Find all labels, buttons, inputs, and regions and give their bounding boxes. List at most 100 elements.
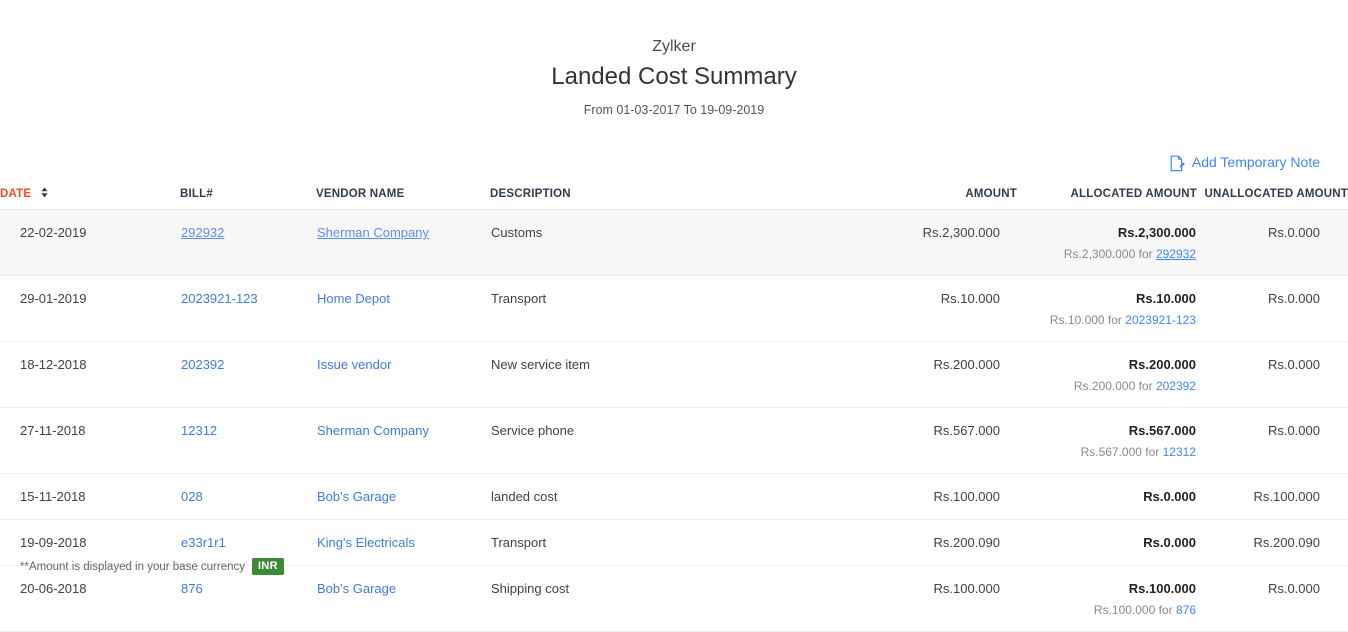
cell-date: 20-06-2018 [0,565,180,632]
cell-amount: Rs.200.000 [702,341,1017,408]
allocated-amount-value: Rs.0.000 [1143,535,1196,550]
allocated-amount-detail: Rs.100.000 for 876 [1018,602,1196,618]
cell-description: New service item [490,341,702,408]
table-row[interactable]: 15-11-2018 028 Bob's Garage landed cost Rs.1… [0,473,1348,520]
cell-amount: Rs.100.000 [702,473,1017,520]
report-header: Zylker Landed Cost Summary From 01-03-20… [0,0,1348,119]
allocated-amount-detail: Rs.2,300.000 for 292932 [1018,246,1196,262]
column-header-vendor[interactable]: VENDOR NAME [316,186,490,210]
bill-link[interactable]: 876 [181,581,203,596]
cell-vendor: Issue vendor [316,341,490,408]
cell-bill: 292932 [180,209,316,276]
bill-link[interactable]: 202392 [181,357,224,372]
allocated-amount-bill-link[interactable]: 292932 [1156,247,1196,261]
cell-amount: Rs.10.000 [702,275,1017,342]
cell-description: Service phone [490,407,702,474]
cell-date: 18-12-2018 [0,341,180,408]
allocated-amount-detail-text: Rs.567.000 for [1080,445,1163,459]
column-header-date[interactable]: DATE [0,186,180,210]
allocated-amount-detail-text: Rs.200.000 for [1073,379,1156,393]
cell-bill: 12312 [180,407,316,474]
column-header-description[interactable]: DESCRIPTION [490,186,702,210]
report-page: Zylker Landed Cost Summary From 01-03-20… [0,0,1348,632]
cell-vendor: Home Depot [316,275,490,342]
table-row[interactable]: 27-11-2018 12312 Sherman Company Service ph… [0,407,1348,474]
currency-badge: INR [252,558,284,575]
cell-vendor: Sherman Company [316,209,490,276]
cell-vendor: Bob's Garage [316,473,490,520]
bill-link[interactable]: 12312 [181,423,217,438]
allocated-amount-value: Rs.0.000 [1143,489,1196,504]
cell-description: Transport [490,519,702,566]
cell-vendor: Sherman Company [316,407,490,474]
allocated-amount-detail-text: Rs.100.000 for [1093,603,1176,617]
cell-allocated-amount: Rs.0.000 [1017,473,1197,520]
allocated-amount-bill-link[interactable]: 2023921-123 [1125,313,1196,327]
vendor-link[interactable]: Bob's Garage [317,581,396,596]
cell-allocated-amount: Rs.2,300.000 Rs.2,300.000 for 292932 [1017,209,1197,276]
page-title: Landed Cost Summary [551,63,797,90]
cell-amount: Rs.100.000 [702,565,1017,632]
cell-description: landed cost [490,473,702,520]
cell-description: Transport [490,275,702,342]
allocated-amount-detail: Rs.10.000 for 2023921-123 [1018,312,1196,328]
cell-date: 29-01-2019 [0,275,180,342]
table-row[interactable]: 29-01-2019 2023921-123 Home Depot Transport… [0,275,1348,342]
allocated-amount-bill-link[interactable]: 12312 [1163,445,1196,459]
vendor-link[interactable]: King's Electricals [317,535,415,550]
cell-description: Customs [490,209,702,276]
allocated-amount-bill-link[interactable]: 202392 [1156,379,1196,393]
bill-link[interactable]: 2023921-123 [181,291,258,306]
column-header-bill[interactable]: BILL# [180,186,316,210]
allocated-amount-value: Rs.100.000 [1128,581,1196,596]
column-header-allocated-amount[interactable]: ALLOCATED AMOUNT [1017,186,1197,210]
cell-bill: 2023921-123 [180,275,316,342]
table-row[interactable]: 22-02-2019 292932 Sherman Company Customs Rs… [0,209,1348,276]
cell-allocated-amount: Rs.567.000 Rs.567.000 for 12312 [1017,407,1197,474]
cell-date: 15-11-2018 [0,473,180,520]
cell-amount: Rs.2,300.000 [702,209,1017,276]
bill-link[interactable]: 028 [181,489,203,504]
vendor-link[interactable]: Sherman Company [317,225,429,240]
cell-allocated-amount: Rs.0.000 [1017,519,1197,566]
allocated-amount-detail: Rs.567.000 for 12312 [1018,444,1196,460]
vendor-link[interactable]: Home Depot [317,291,390,306]
table-row[interactable]: 18-12-2018 202392 Issue vendor New service … [0,341,1348,408]
allocated-amount-value: Rs.10.000 [1136,291,1196,306]
add-temporary-note-label: Add Temporary Note [1191,154,1320,170]
vendor-link[interactable]: Sherman Company [317,423,429,438]
vendor-link[interactable]: Issue vendor [317,357,391,372]
cell-bill: 202392 [180,341,316,408]
column-header-date-label: DATE [0,188,32,200]
action-bar: Add Temporary Note [0,152,1348,172]
cell-vendor: King's Electricals [316,519,490,566]
vendor-link[interactable]: Bob's Garage [317,489,396,504]
table-header: DATE BILL# VENDOR NAME DESCRIPTION AMOUN… [0,186,1348,210]
cell-allocated-amount: Rs.10.000 Rs.10.000 for 2023921-123 [1017,275,1197,342]
add-temporary-note-button[interactable]: Add Temporary Note [1170,153,1320,171]
allocated-amount-bill-link[interactable]: 876 [1176,603,1196,617]
cell-unallocated-amount: Rs.200.090 [1197,519,1348,566]
bill-link[interactable]: e33r1r1 [181,535,226,550]
cell-date: 27-11-2018 [0,407,180,474]
column-header-amount[interactable]: AMOUNT [702,186,1017,210]
sort-arrow-icon [40,187,49,201]
cell-unallocated-amount: Rs.0.000 [1197,407,1348,474]
allocated-amount-value: Rs.567.000 [1128,423,1196,438]
cell-amount: Rs.200.090 [702,519,1017,566]
cell-unallocated-amount: Rs.0.000 [1197,275,1348,342]
table-row[interactable]: 20-06-2018 876 Bob's Garage Shipping cost Rs… [0,565,1348,632]
allocated-amount-detail-text: Rs.10.000 for [1049,313,1126,327]
column-header-unallocated-amount[interactable]: UNALLOCATED AMOUNT [1197,186,1348,210]
cell-unallocated-amount: Rs.0.000 [1197,209,1348,276]
allocated-amount-value: Rs.2,300.000 [1117,225,1196,240]
cell-amount: Rs.567.000 [702,407,1017,474]
allocated-amount-detail: Rs.200.000 for 202392 [1018,378,1196,394]
cell-allocated-amount: Rs.100.000 Rs.100.000 for 876 [1017,565,1197,632]
base-currency-note-text: **Amount is displayed in your base curre… [20,560,246,573]
bill-link[interactable]: 292932 [181,225,224,240]
cell-unallocated-amount: Rs.0.000 [1197,565,1348,632]
cell-bill: 876 [180,565,316,632]
cell-unallocated-amount: Rs.0.000 [1197,341,1348,408]
report-date-range: From 01-03-2017 To 19-09-2019 [583,103,765,117]
